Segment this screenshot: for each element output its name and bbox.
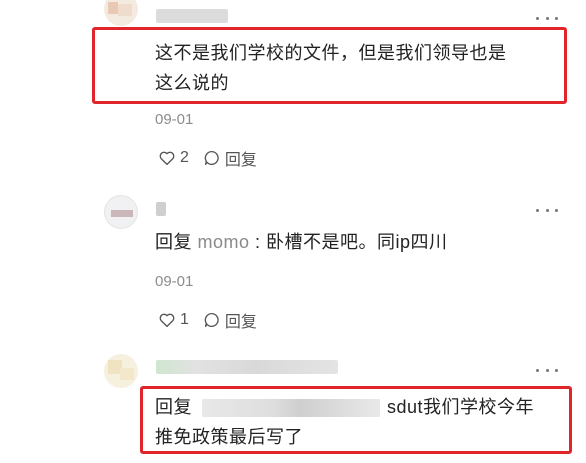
reply-label: 回复 (224, 152, 257, 169)
comment-text-line: 回复 sdut我们学校今年 (155, 392, 534, 422)
comment-bubble-icon (204, 312, 219, 328)
comment-text: 回复 momo : 卧槽不是吧。同ip四川 (155, 227, 448, 257)
comment-actions: 1 回复 (158, 308, 257, 332)
reply-label: 回复 (224, 314, 257, 331)
comment-text-line: 这么说的 (155, 73, 229, 93)
reply-button[interactable]: 回复 (203, 146, 257, 170)
avatar[interactable] (104, 195, 138, 229)
like-count: 2 (180, 149, 189, 166)
comment-text-line: 这不是我们学校的文件，但是我们领导也是 (155, 43, 507, 63)
comment-bubble-icon (204, 150, 219, 166)
like-count: 1 (180, 311, 189, 328)
comment-date: 09-01 (155, 273, 194, 290)
comment-text: 回复 sdut我们学校今年 推免政策最后写了 (155, 392, 534, 452)
comment-text-line: 推免政策最后写了 (155, 427, 303, 447)
comment-text: 这不是我们学校的文件，但是我们领导也是 这么说的 (155, 38, 507, 98)
comment-item: 这不是我们学校的文件，但是我们领导也是 这么说的 09-01 2 回复 (0, 0, 586, 180)
avatar[interactable] (104, 354, 138, 388)
comment-body: 卧槽不是吧。同ip四川 (266, 232, 448, 252)
heart-icon (159, 151, 175, 166)
comment-item: 回复 sdut我们学校今年 推免政策最后写了 (0, 340, 586, 463)
reply-prefix: 回复 (155, 232, 192, 252)
more-icon[interactable] (536, 364, 558, 376)
more-icon[interactable] (536, 204, 558, 216)
username-redacted[interactable] (156, 9, 228, 23)
avatar[interactable] (104, 0, 138, 26)
like-button[interactable]: 2 (158, 149, 189, 167)
mention-redacted[interactable] (201, 399, 380, 418)
more-icon[interactable] (536, 12, 558, 24)
like-button[interactable]: 1 (158, 311, 189, 329)
reply-button[interactable]: 回复 (203, 308, 257, 332)
username-redacted[interactable] (156, 360, 338, 374)
comment-date: 09-01 (155, 111, 194, 128)
reply-prefix: 回复 (155, 397, 192, 417)
heart-icon (159, 313, 175, 328)
comment-body: sdut我们学校今年 (387, 397, 535, 417)
mention-link[interactable]: momo (198, 232, 250, 252)
comment-actions: 2 回复 (158, 146, 257, 170)
separator: : (249, 232, 267, 252)
username-redacted[interactable] (156, 202, 166, 216)
comment-item: 回复 momo : 卧槽不是吧。同ip四川 09-01 1 回复 (0, 180, 586, 340)
